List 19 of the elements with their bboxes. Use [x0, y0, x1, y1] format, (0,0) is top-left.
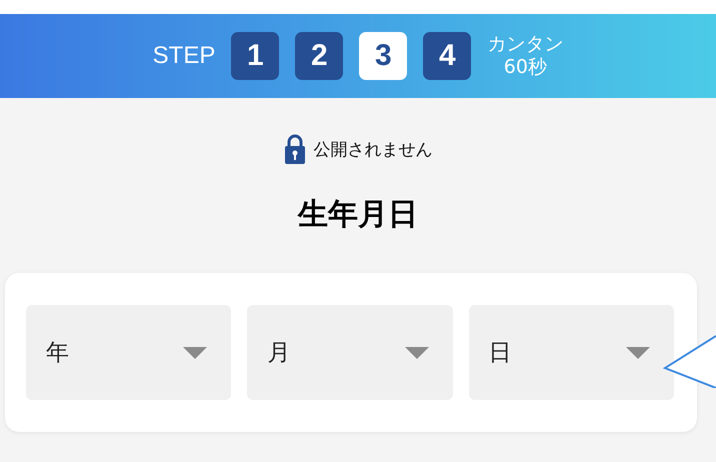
field-title: 生年月日	[296, 196, 419, 234]
step-number: 3	[359, 32, 408, 80]
step-number: 2	[295, 32, 344, 80]
dropdown-arrow-icon	[404, 346, 429, 358]
time-note: カンタン	[487, 33, 564, 56]
select-field[interactable]: 日	[468, 305, 674, 400]
step-number: 1	[231, 32, 280, 80]
select-field[interactable]: 月	[247, 305, 453, 400]
dropdown-arrow-icon	[626, 346, 650, 358]
privacy-note: 公開されません	[314, 138, 432, 160]
select-placeholder: 月	[267, 339, 290, 368]
select-placeholder: 日	[488, 339, 512, 368]
select-field[interactable]: 年	[26, 305, 232, 400]
step-label: STEP	[152, 42, 216, 70]
dropdown-arrow-icon	[183, 346, 208, 358]
select-placeholder: 年	[46, 339, 69, 368]
step-number: 4	[423, 32, 472, 80]
lock-icon	[284, 134, 306, 164]
time-note: 60秒	[504, 56, 547, 79]
